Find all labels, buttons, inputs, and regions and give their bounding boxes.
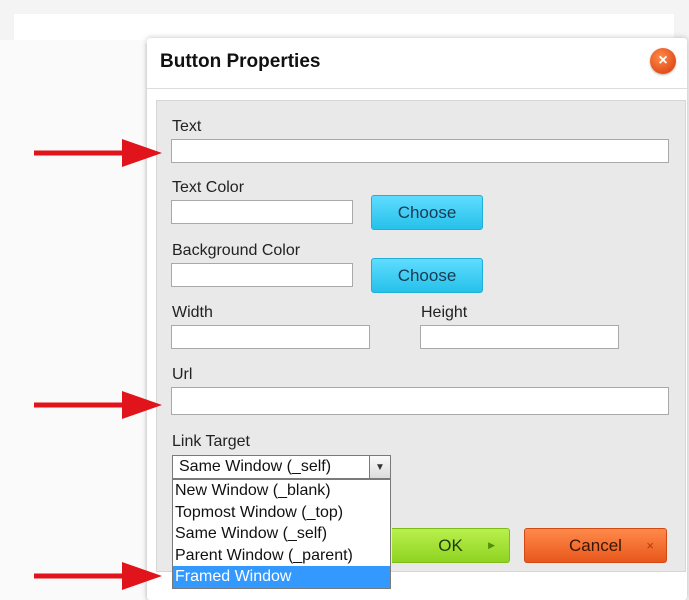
dropdown-option[interactable]: Same Window (_self) — [173, 523, 390, 545]
cancel-button-label: Cancel — [569, 535, 622, 555]
cancel-button[interactable]: Cancel × — [524, 528, 667, 563]
link-target-select[interactable]: Same Window (_self) ▼ — [172, 455, 391, 479]
ok-button[interactable]: OK ▶ — [392, 528, 510, 563]
text-label: Text — [172, 118, 202, 135]
height-label: Height — [421, 304, 468, 321]
height-input[interactable] — [420, 325, 619, 349]
background-color-input[interactable] — [171, 263, 353, 287]
background-panel — [0, 40, 145, 600]
play-icon: ▶ — [488, 540, 495, 550]
ok-button-label: OK — [438, 535, 463, 555]
link-target-dropdown: New Window (_blank) Topmost Window (_top… — [172, 479, 391, 589]
dialog-header: Button Properties × — [147, 38, 687, 89]
url-input[interactable] — [171, 387, 669, 415]
close-icon: × — [658, 52, 668, 69]
dropdown-option[interactable]: New Window (_blank) — [173, 480, 390, 502]
background-color-choose-button[interactable]: Choose — [371, 258, 483, 293]
dialog-title: Button Properties — [160, 51, 321, 72]
text-color-choose-button[interactable]: Choose — [371, 195, 483, 230]
width-label: Width — [172, 304, 213, 321]
text-color-input[interactable] — [171, 200, 353, 224]
red-arrow-icon — [34, 139, 162, 167]
url-label: Url — [172, 366, 193, 383]
dropdown-option-highlighted[interactable]: Framed Window — [173, 566, 390, 588]
red-arrow-icon — [34, 562, 162, 590]
link-target-selected-value: Same Window (_self) — [179, 458, 332, 475]
text-color-label: Text Color — [172, 179, 245, 196]
link-target-label: Link Target — [172, 433, 250, 450]
width-input[interactable] — [171, 325, 370, 349]
background-color-label: Background Color — [172, 242, 301, 259]
text-input[interactable] — [171, 139, 669, 163]
dropdown-option[interactable]: Topmost Window (_top) — [173, 502, 390, 524]
chevron-down-icon[interactable]: ▼ — [369, 456, 390, 478]
dropdown-option[interactable]: Parent Window (_parent) — [173, 545, 390, 567]
close-button[interactable]: × — [650, 48, 676, 74]
close-icon: × — [646, 538, 654, 553]
red-arrow-icon — [34, 391, 162, 419]
